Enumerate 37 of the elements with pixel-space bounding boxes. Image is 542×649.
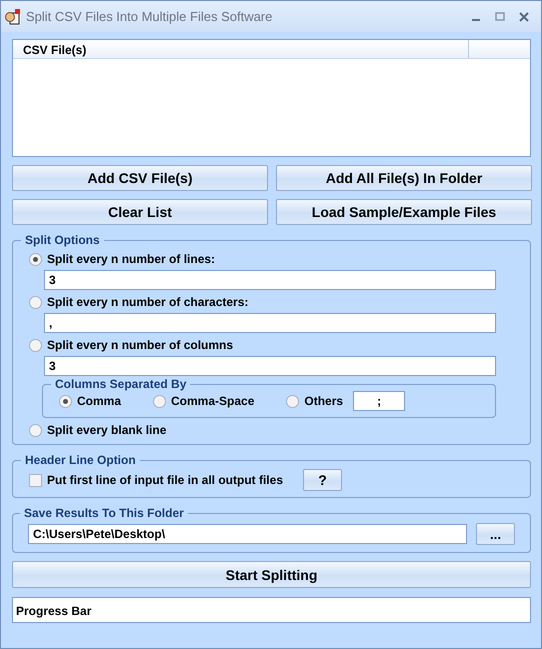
option-label: Comma	[77, 394, 122, 408]
option-label: Others	[304, 394, 344, 408]
radio-button[interactable]	[29, 338, 42, 352]
input-field[interactable]: 3	[44, 356, 496, 376]
input-field[interactable]: 3	[44, 270, 496, 290]
action-button[interactable]: Add CSV File(s)	[12, 165, 268, 191]
radio-button[interactable]	[153, 394, 166, 408]
input-field[interactable]: ,	[44, 313, 496, 333]
option-label: Split every blank line	[47, 423, 166, 437]
action-button[interactable]: Load Sample/Example Files	[276, 199, 532, 225]
app-icon	[4, 8, 22, 26]
radio-button[interactable]	[29, 424, 42, 436]
group-title: Header Line Option	[24, 453, 137, 467]
action-button[interactable]: Add All File(s) In Folder	[276, 165, 532, 191]
radio-button[interactable]	[29, 296, 42, 308]
input-field[interactable]: C:\Users\Pete\Desktop\	[28, 524, 467, 544]
radio-button[interactable]	[286, 394, 300, 408]
window-title: Split CSV Files Into Multiple Files Software	[26, 9, 274, 24]
input-field[interactable]: ;	[353, 391, 406, 411]
maximize-icon[interactable]	[495, 12, 505, 22]
option-label: Comma-Space	[171, 394, 254, 408]
radio-button[interactable]	[29, 252, 42, 266]
option-label: Split every n number of columns	[47, 338, 234, 352]
file-list[interactable]: CSV File(s)	[12, 39, 531, 157]
option-label: Split every n number of characters:	[47, 295, 248, 309]
group-title: Split Options	[24, 233, 101, 247]
group-title: Columns Separated By	[54, 377, 188, 391]
close-icon[interactable]	[519, 12, 529, 22]
option-label: Split every n number of lines:	[47, 252, 216, 266]
radio-button[interactable]	[59, 394, 72, 408]
help-button[interactable]: ?	[303, 469, 342, 491]
checkbox[interactable]	[29, 474, 42, 486]
action-button[interactable]: Clear List	[12, 199, 268, 225]
group-title: Save Results To This Folder	[23, 506, 185, 520]
browse-button[interactable]: ...	[476, 523, 515, 545]
checkbox-label: Put first line of input file in all output files	[47, 473, 283, 487]
start-button[interactable]: Start Splitting	[12, 561, 531, 588]
